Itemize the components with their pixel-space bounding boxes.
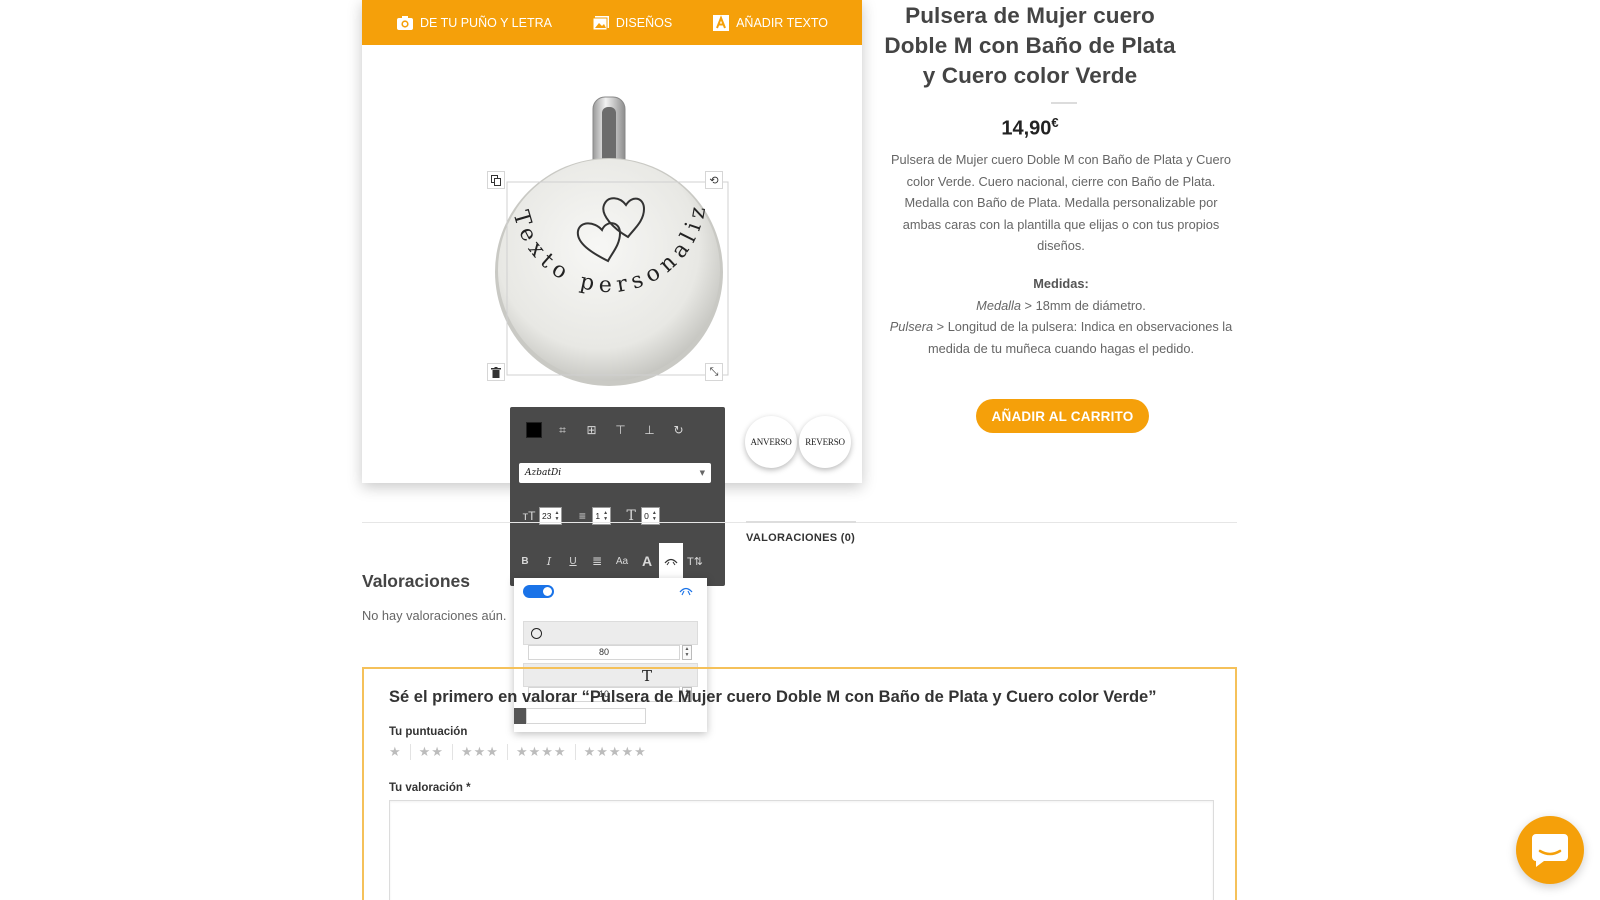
text-color-picker[interactable] [519, 419, 548, 441]
rating-option-5[interactable]: ★★★★★ [584, 744, 655, 760]
rating-option-4[interactable]: ★★★★ [516, 744, 576, 760]
product-measures: Medidas: Medalla > 18mm de diámetro. Pul… [887, 273, 1235, 359]
rating-option-1[interactable]: ★ [389, 744, 411, 760]
active-tab-indicator [746, 521, 856, 523]
color-swatch [525, 422, 542, 438]
price-currency: € [1051, 115, 1059, 130]
front-side-button[interactable]: ANVERSO [745, 416, 797, 468]
reset-icon[interactable]: ↻ [664, 419, 693, 441]
text-tool-row-metrics: ᴛT 23 ▲ ▼ ≡ 1 ▲ ▼ T 0 ▲ ▼ [510, 505, 725, 527]
medal-measure-label: Medalla [976, 297, 1021, 313]
price-amount: 14,90 [1001, 117, 1052, 140]
radius-bar [523, 621, 698, 645]
text-resize-icon[interactable]: T⇅ [683, 550, 707, 572]
curve-toggle[interactable] [523, 585, 554, 598]
review-label: Tu valoración * [389, 782, 471, 794]
designs-button[interactable]: DISEÑOS [592, 14, 672, 32]
curve-text-icon [664, 558, 678, 566]
add-text-label: AÑADIR TEXTO [736, 15, 829, 30]
handwriting-button[interactable]: DE TU PUÑO Y LETRA [396, 14, 552, 32]
resize-icon: ⤡ [709, 365, 719, 378]
stepper-arrows-icon: ▲ ▼ [603, 510, 609, 522]
handwriting-label: DE TU PUÑO Y LETRA [419, 15, 552, 30]
add-to-cart-button[interactable]: AÑADIR AL CARRITO [976, 399, 1149, 433]
curve-text-icon [678, 583, 694, 601]
text-a-icon [712, 14, 730, 32]
rating-option-2[interactable]: ★★ [419, 744, 453, 760]
radius-stepper[interactable]: ▲ ▼ [682, 645, 692, 660]
image-icon [592, 14, 610, 32]
trash-icon [491, 366, 501, 378]
text-outline-icon[interactable]: A [635, 550, 659, 572]
review-form-title: Sé el primero en valorar “Pulsera de Muj… [389, 688, 1157, 706]
product-title: Pulsera de Mujer cuero Doble M con Baño … [884, 3, 1176, 88]
medal-measure: Medalla > 18mm de diámetro. [887, 295, 1235, 317]
chevron-down-icon: ▼ [699, 469, 705, 477]
bracelet-measure-label: Pulsera [889, 319, 934, 334]
font-size-icon: ᴛT [522, 509, 536, 523]
line-height-value: 1 [595, 511, 601, 521]
designer-toolbar: DE TU PUÑO Y LETRA DISEÑOS AÑADIR TEXTO [362, 0, 862, 45]
align-top-icon[interactable]: ⊤ [606, 419, 635, 441]
reviews-heading: Valoraciones [362, 571, 470, 591]
line-height-icon: ≡ [578, 509, 586, 523]
measures-heading: Medidas: [1033, 276, 1089, 291]
rotate-icon: ⟲ [709, 174, 719, 187]
align-bottom-icon[interactable]: ⊥ [635, 419, 664, 441]
camera-icon [396, 14, 414, 32]
back-side-button[interactable]: REVERSO [799, 416, 851, 468]
title-divider [1051, 102, 1077, 104]
stepper-arrows-icon: ▲ ▼ [651, 510, 657, 522]
italic-button[interactable]: I [537, 550, 561, 572]
bracelet-measure-value: > Longitud de la pulsera: Indica en obse… [927, 319, 1233, 356]
font-size-value: 23 [542, 511, 552, 521]
radius-circle-icon [531, 628, 542, 639]
designs-label: DISEÑOS [615, 15, 673, 30]
review-textarea[interactable] [389, 800, 1214, 900]
copy-icon [491, 174, 501, 186]
bold-button[interactable]: B [513, 550, 537, 572]
duplicate-handle[interactable] [487, 171, 505, 189]
rating-label: Tu puntuación [389, 726, 468, 738]
curved-text-button[interactable] [659, 543, 683, 579]
chat-button[interactable] [1516, 816, 1584, 884]
chat-bubble-icon [1532, 834, 1568, 867]
medal-measure-value: > 18mm de diámetro. [1021, 297, 1146, 313]
crop-icon[interactable]: ⌗ [548, 419, 577, 441]
font-family-value: AzbatDi [525, 468, 562, 478]
radius-input[interactable]: 80 [528, 645, 680, 660]
stepper-arrows-icon: ▲ ▼ [554, 510, 560, 522]
rotate-handle[interactable]: ⟲ [705, 171, 723, 189]
delete-handle[interactable] [487, 363, 505, 381]
text-tool-panel: ⌗ ⊞ ⊤ ⊥ ↻ AzbatDi ▼ ᴛT 23 ▲ ▼ ≡ 1 ▲ ▼ T 0 … [510, 407, 725, 586]
letter-spacing-value: 0 [644, 511, 649, 521]
text-align-icon[interactable]: ≣ [585, 550, 609, 572]
text-tool-row-top: ⌗ ⊞ ⊤ ⊥ ↻ [510, 419, 725, 441]
review-form: Sé el primero en valorar “Pulsera de Muj… [362, 667, 1237, 900]
no-reviews-text: No hay valoraciones aún. [362, 608, 507, 623]
bracelet-measure: Pulsera > Longitud de la pulsera: Indica… [887, 316, 1235, 359]
rating-option-3[interactable]: ★★★ [461, 744, 508, 760]
rating-stars: ★ ★★ ★★★ ★★★★ ★★★★★ [389, 744, 663, 760]
product-description: Pulsera de Mujer cuero Doble M con Baño … [890, 152, 1231, 253]
tab-reviews[interactable]: VALORACIONES (0) [746, 532, 855, 544]
align-grid-icon[interactable]: ⊞ [577, 419, 606, 441]
product-price: 14,90€ [980, 115, 1080, 141]
resize-handle[interactable]: ⤡ [705, 363, 723, 381]
underline-button[interactable]: U [561, 550, 585, 572]
text-tool-row-style: B I U ≣ Aa A T⇅ [510, 543, 725, 579]
text-case-button[interactable]: Aa [609, 550, 635, 572]
letter-spacing-icon: T [626, 508, 636, 524]
font-family-select[interactable]: AzbatDi ▼ [519, 463, 711, 483]
add-text-button[interactable]: AÑADIR TEXTO [712, 14, 828, 32]
